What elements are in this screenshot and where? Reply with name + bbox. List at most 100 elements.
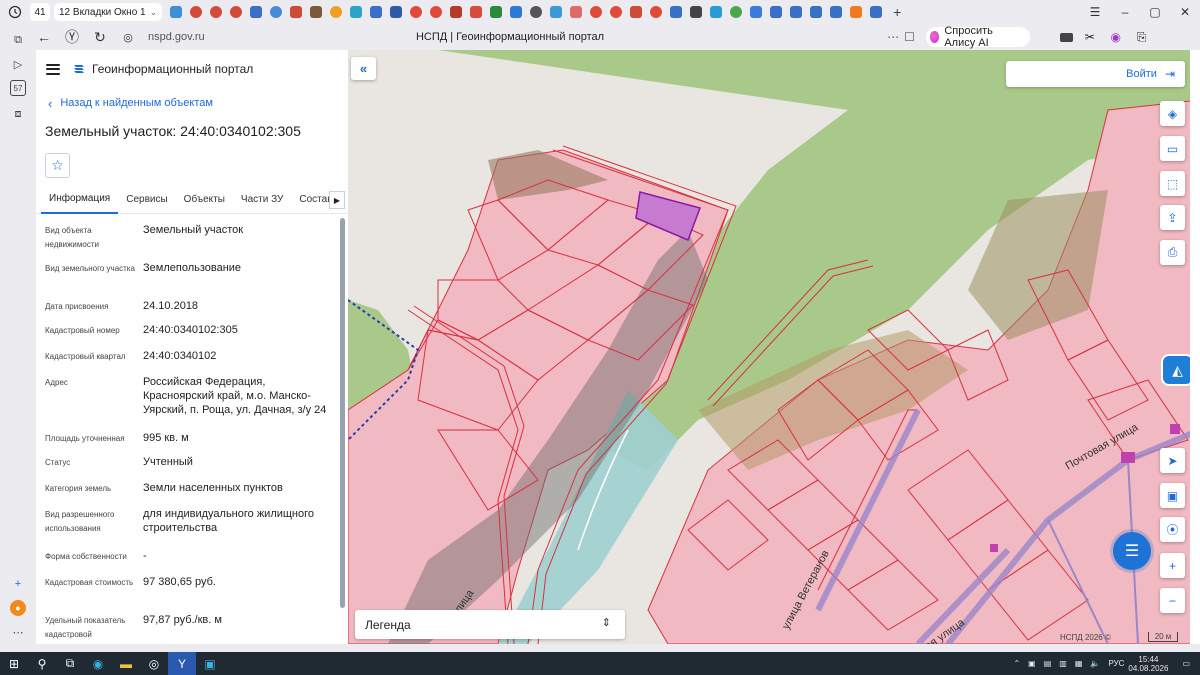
clock[interactable]: 15:44 04.08.2026 bbox=[1128, 655, 1168, 673]
downloads-icon[interactable]: ⭳ bbox=[1193, 27, 1200, 48]
more-icon[interactable]: ⋯ bbox=[885, 30, 901, 44]
menu-icon[interactable] bbox=[46, 63, 60, 75]
map-view[interactable]: Почтовая улица улица Ветеранов ая улица … bbox=[348, 50, 1200, 644]
tray-app-icon[interactable]: ▤ bbox=[1044, 659, 1052, 668]
tab-favicon[interactable] bbox=[690, 6, 703, 18]
chat-button[interactable]: ☰ bbox=[1113, 532, 1151, 570]
tab-group[interactable]: 12 Вкладки Окно 1 ⌄ bbox=[54, 3, 163, 21]
measure-button[interactable]: ▭ bbox=[1160, 136, 1185, 161]
zoom-in-button[interactable]: + bbox=[1160, 553, 1185, 578]
reload-icon[interactable]: ↻ bbox=[86, 29, 114, 46]
tab-objects[interactable]: Объекты bbox=[176, 186, 233, 214]
tab-favicon[interactable] bbox=[270, 6, 283, 18]
tab-favicon[interactable] bbox=[710, 6, 723, 18]
notifications-icon[interactable]: ▭ bbox=[1182, 659, 1190, 668]
minimap-button[interactable]: ▣ bbox=[1160, 483, 1185, 508]
tab-favicon[interactable] bbox=[530, 6, 543, 18]
print-button[interactable]: ⎙ bbox=[1160, 240, 1185, 265]
tab-favicon[interactable] bbox=[470, 6, 483, 18]
tab-favicon[interactable] bbox=[730, 6, 743, 18]
panel-scrollbar[interactable] bbox=[340, 218, 345, 644]
back-link[interactable]: ‹ Назад к найденным объектам bbox=[48, 96, 348, 111]
alice-button[interactable]: Спросить Алису AI bbox=[925, 25, 1030, 49]
map-canvas[interactable]: Почтовая улица улица Ветеранов ая улица … bbox=[348, 50, 1200, 644]
tab-favicon[interactable] bbox=[350, 6, 363, 18]
tab-favicon[interactable] bbox=[210, 6, 223, 18]
tab-favicon[interactable] bbox=[670, 6, 683, 18]
tab-favicon[interactable] bbox=[170, 6, 183, 18]
calendar-badge[interactable]: 57 bbox=[10, 80, 26, 96]
tab-favicon[interactable] bbox=[230, 6, 243, 18]
tab-favicon[interactable] bbox=[850, 6, 863, 18]
maximize-icon[interactable]: ▢ bbox=[1140, 5, 1170, 19]
task-view-icon[interactable]: ⧉ bbox=[56, 652, 84, 675]
extension-icon[interactable]: ◉ bbox=[1107, 30, 1125, 44]
tray-app-icon[interactable]: ▦ bbox=[1075, 659, 1083, 668]
minimize-icon[interactable]: – bbox=[1110, 5, 1140, 19]
tab-favicon[interactable] bbox=[490, 6, 503, 18]
login-button[interactable]: Войти ⇥ bbox=[1006, 61, 1185, 87]
geolocation-button[interactable]: ➤ bbox=[1160, 448, 1185, 473]
tab-favicon[interactable] bbox=[770, 6, 783, 18]
zoom-out-button[interactable]: − bbox=[1160, 588, 1185, 613]
tab-favicon[interactable] bbox=[330, 6, 343, 18]
tab-favicon[interactable] bbox=[830, 6, 843, 18]
edge-browser-icon[interactable]: ◉ bbox=[84, 652, 112, 675]
profile-icon[interactable]: ● bbox=[10, 600, 26, 616]
tab-favicon[interactable] bbox=[570, 6, 583, 18]
speaker-icon[interactable]: 🔈 bbox=[1090, 659, 1100, 668]
bookmark-icon[interactable]: ☰ bbox=[1080, 5, 1110, 19]
bookmark-add-icon[interactable]: ☐ bbox=[901, 30, 917, 44]
more-icon[interactable]: ⋯ bbox=[10, 624, 26, 640]
collections-icon[interactable]: ⧉ bbox=[10, 32, 26, 48]
screenshot-icon[interactable]: ⧈ bbox=[10, 106, 26, 122]
file-explorer-icon[interactable]: ▬ bbox=[112, 652, 140, 675]
legend-dropdown[interactable]: Легенда ⇕ bbox=[355, 610, 625, 639]
tab-favicon[interactable] bbox=[650, 6, 663, 18]
yandex-icon[interactable]: Ⓨ bbox=[58, 27, 86, 47]
tab-services[interactable]: Сервисы bbox=[118, 186, 175, 214]
site-info-icon[interactable]: ◎ bbox=[114, 31, 142, 44]
tab-favicon[interactable] bbox=[450, 6, 463, 18]
tab-favicon[interactable] bbox=[370, 6, 383, 18]
scrollbar-thumb[interactable] bbox=[340, 218, 345, 608]
start-icon[interactable]: ⊞ bbox=[0, 652, 28, 675]
extension-icon[interactable] bbox=[1059, 32, 1073, 42]
tab-favicon[interactable] bbox=[410, 6, 423, 18]
language-indicator[interactable]: РУС bbox=[1108, 659, 1124, 668]
tab-favicon[interactable] bbox=[810, 6, 823, 18]
history-icon[interactable] bbox=[0, 0, 30, 24]
select-area-button[interactable]: ⬚ bbox=[1160, 171, 1185, 196]
layers-button[interactable]: ◈ bbox=[1160, 101, 1185, 126]
url-field[interactable]: nspd.gov.ru bbox=[148, 31, 378, 43]
extension-icon[interactable]: ⎘ bbox=[1133, 30, 1151, 45]
search-icon[interactable]: ⚲ bbox=[28, 652, 56, 675]
favorite-button[interactable]: ☆ bbox=[45, 153, 70, 178]
close-icon[interactable]: ✕ bbox=[1170, 5, 1200, 19]
tab-count-badge[interactable]: 41 bbox=[30, 3, 50, 21]
tabs-scroll-right-button[interactable]: ▶ bbox=[329, 191, 345, 209]
tray-app-icon[interactable]: ▣ bbox=[1028, 659, 1036, 668]
tab-information[interactable]: Информация bbox=[41, 186, 119, 214]
chevron-up-icon[interactable]: ⌃ bbox=[1013, 659, 1020, 668]
tab-favicon[interactable] bbox=[630, 6, 643, 18]
tab-favicon[interactable] bbox=[510, 6, 523, 18]
tab-favicon[interactable] bbox=[390, 6, 403, 18]
tab-favicon[interactable] bbox=[750, 6, 763, 18]
chrome-icon[interactable]: ◎ bbox=[140, 652, 168, 675]
locate-button[interactable]: ⦿ bbox=[1160, 517, 1185, 542]
collapse-panel-button[interactable]: « bbox=[351, 57, 376, 80]
tab-favicon[interactable] bbox=[790, 6, 803, 18]
play-icon[interactable]: ▷ bbox=[10, 56, 26, 72]
tab-favicon[interactable] bbox=[870, 6, 883, 18]
tab-favicon[interactable] bbox=[430, 6, 443, 18]
add-icon[interactable]: + bbox=[10, 576, 26, 592]
extension-icon[interactable]: ✂ bbox=[1081, 30, 1099, 44]
tab-favicon[interactable] bbox=[310, 6, 323, 18]
share-button[interactable]: ⇪ bbox=[1160, 205, 1185, 230]
tab-favicon[interactable] bbox=[610, 6, 623, 18]
new-tab-button[interactable]: + bbox=[888, 4, 906, 20]
yandex-browser-icon[interactable]: Y bbox=[168, 652, 196, 675]
tab-parts[interactable]: Части ЗУ bbox=[233, 186, 291, 214]
tab-favicon[interactable] bbox=[190, 6, 203, 18]
